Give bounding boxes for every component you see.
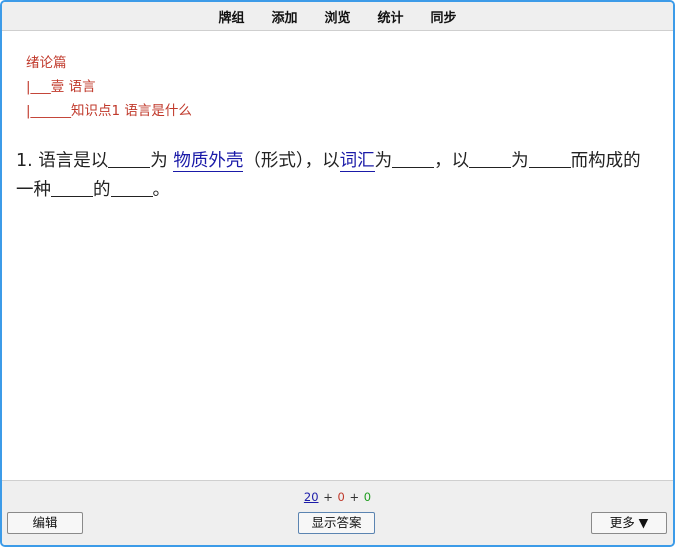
- breadcrumb-level-1: 绪论篇: [26, 55, 67, 71]
- cloze-blank: [469, 149, 512, 168]
- count-separator: +: [323, 490, 333, 504]
- cloze-blank: [51, 178, 93, 197]
- question-part: 的: [93, 180, 111, 200]
- breadcrumb-level-3: |______知识点1 语言是什么: [26, 103, 192, 119]
- edit-button[interactable]: 编辑: [7, 512, 83, 534]
- top-toolbar: 牌组 添加 浏览 统计 同步: [2, 2, 673, 31]
- count-separator: +: [349, 490, 360, 504]
- cloze-answer-1: 物质外壳: [173, 151, 244, 172]
- question-part: 为: [374, 151, 393, 171]
- cloze-blank: [110, 178, 153, 197]
- question-part: 。: [152, 180, 171, 200]
- question-part: ，以: [434, 151, 470, 171]
- cloze-blank: [108, 149, 151, 168]
- more-button[interactable]: 更多 ▼: [591, 512, 667, 534]
- breadcrumb: 绪论篇 |___壹 语言 |______知识点1 语言是什么: [26, 51, 192, 123]
- question-part: 为: [150, 151, 168, 171]
- new-count: 20: [303, 490, 319, 504]
- toolbar-sync-link[interactable]: 同步: [431, 7, 457, 26]
- toolbar-stats-link[interactable]: 统计: [378, 7, 404, 26]
- question-text: 1. 语言是以为 物质外壳（形式），以词汇为 ，以为而构成的一种的。: [16, 147, 656, 205]
- card-content: 绪论篇 |___壹 语言 |______知识点1 语言是什么 1. 语言是以为 …: [2, 31, 673, 480]
- toolbar-add-link[interactable]: 添加: [271, 7, 297, 26]
- review-count: 0: [363, 490, 372, 504]
- learn-count: 0: [337, 490, 345, 504]
- card-counts: 20 + 0 + 0: [2, 490, 673, 504]
- question-number: 1.: [16, 151, 33, 171]
- question-part: 语言是以: [38, 151, 109, 171]
- question-part: 为: [511, 151, 529, 171]
- reviewer-window: 牌组 添加 浏览 统计 同步 绪论篇 |___壹 语言 |______知识点1 …: [0, 0, 675, 547]
- cloze-blank: [528, 149, 571, 168]
- toolbar-decks-link[interactable]: 牌组: [218, 7, 244, 26]
- show-answer-button[interactable]: 显示答案: [298, 512, 375, 534]
- cloze-answer-2: 词汇: [339, 151, 375, 172]
- cloze-blank: [392, 149, 435, 168]
- toolbar-browse-link[interactable]: 浏览: [324, 7, 350, 26]
- breadcrumb-level-2: |___壹 语言: [26, 79, 96, 95]
- bottom-bar: 20 + 0 + 0 编辑 显示答案 更多 ▼: [2, 480, 673, 545]
- question-part: （形式），以: [243, 151, 340, 171]
